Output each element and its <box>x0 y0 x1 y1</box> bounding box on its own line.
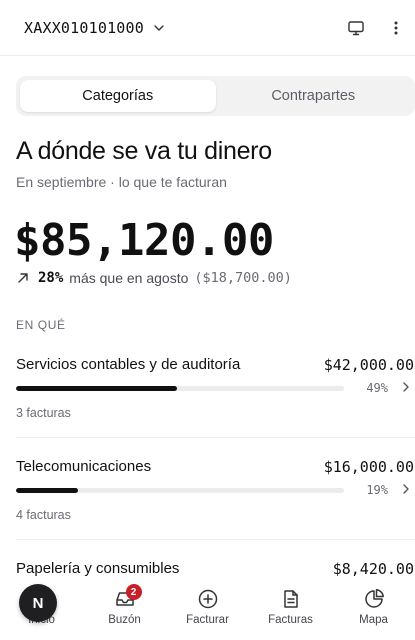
nav-item-mapa[interactable]: Mapa <box>332 576 415 640</box>
previous-amount: ($18,700.00) <box>194 270 292 286</box>
month-change: 28% más que en agosto ($18,700.00) <box>16 270 292 286</box>
view-tabs: Categorías Contrapartes <box>16 76 415 116</box>
document-icon <box>280 588 302 610</box>
page-subtitle: En septiembre · lo que te facturan <box>16 174 227 190</box>
category-share-bar <box>16 386 344 391</box>
unread-badge: 2 <box>125 584 142 600</box>
change-percent: 28% <box>38 270 64 286</box>
category-count: 3 facturas <box>16 406 71 420</box>
monitor-icon[interactable] <box>345 17 367 39</box>
divider <box>16 539 415 540</box>
nav-label: Buzón <box>108 614 141 626</box>
nav-item-facturas[interactable]: Facturas <box>249 576 332 640</box>
category-percent: 49% <box>366 381 388 395</box>
nav-item-facturar[interactable]: Facturar <box>166 576 249 640</box>
plus-circle-icon <box>197 588 219 610</box>
category-row[interactable]: Telecomunicaciones $16,000.00 19% 4 fact… <box>0 458 415 522</box>
category-share-fill <box>16 488 79 493</box>
category-amount: $16,000.00 <box>323 458 414 476</box>
category-row[interactable]: Papelería y consumibles $8,420.00 <box>0 560 415 578</box>
chevron-right-icon <box>403 484 409 494</box>
nav-item-buzon[interactable]: 2 Buzón <box>83 576 166 640</box>
chevron-right-icon <box>403 382 409 392</box>
category-share-bar <box>16 488 344 493</box>
category-name: Servicios contables y de auditoría <box>16 356 241 373</box>
nav-label: Facturas <box>268 614 313 626</box>
section-label: EN QUÉ <box>16 318 66 332</box>
category-count: 4 facturas <box>16 508 71 522</box>
pie-chart-icon <box>363 588 385 610</box>
change-text: más que en agosto <box>69 270 189 286</box>
page-title: A dónde se va tu dinero <box>16 137 272 165</box>
category-name: Telecomunicaciones <box>16 458 152 475</box>
more-vertical-icon[interactable] <box>385 17 407 39</box>
tab-categorias[interactable]: Categorías <box>20 80 216 112</box>
nav-label: Facturar <box>186 614 229 626</box>
account-id: XAXX010101000 <box>24 19 144 37</box>
category-name: Papelería y consumibles <box>16 560 180 577</box>
nav-label: Mapa <box>359 614 388 626</box>
tab-contrapartes[interactable]: Contrapartes <box>216 80 412 112</box>
bottom-nav: Inicio 2 Buzón Facturar Facturas Mapa <box>0 576 415 640</box>
account-selector[interactable]: XAXX010101000 <box>24 19 165 37</box>
arrow-up-right-icon <box>18 273 28 283</box>
avatar-button[interactable]: N <box>19 584 57 622</box>
chevron-down-icon <box>154 25 164 31</box>
category-amount: $42,000.00 <box>323 356 414 374</box>
top-bar: XAXX010101000 <box>0 0 415 56</box>
category-row[interactable]: Servicios contables y de auditoría $42,0… <box>0 356 415 420</box>
category-share-fill <box>16 386 177 391</box>
category-percent: 19% <box>366 483 388 497</box>
divider <box>16 437 415 438</box>
total-amount: $85,120.00 <box>14 215 274 266</box>
